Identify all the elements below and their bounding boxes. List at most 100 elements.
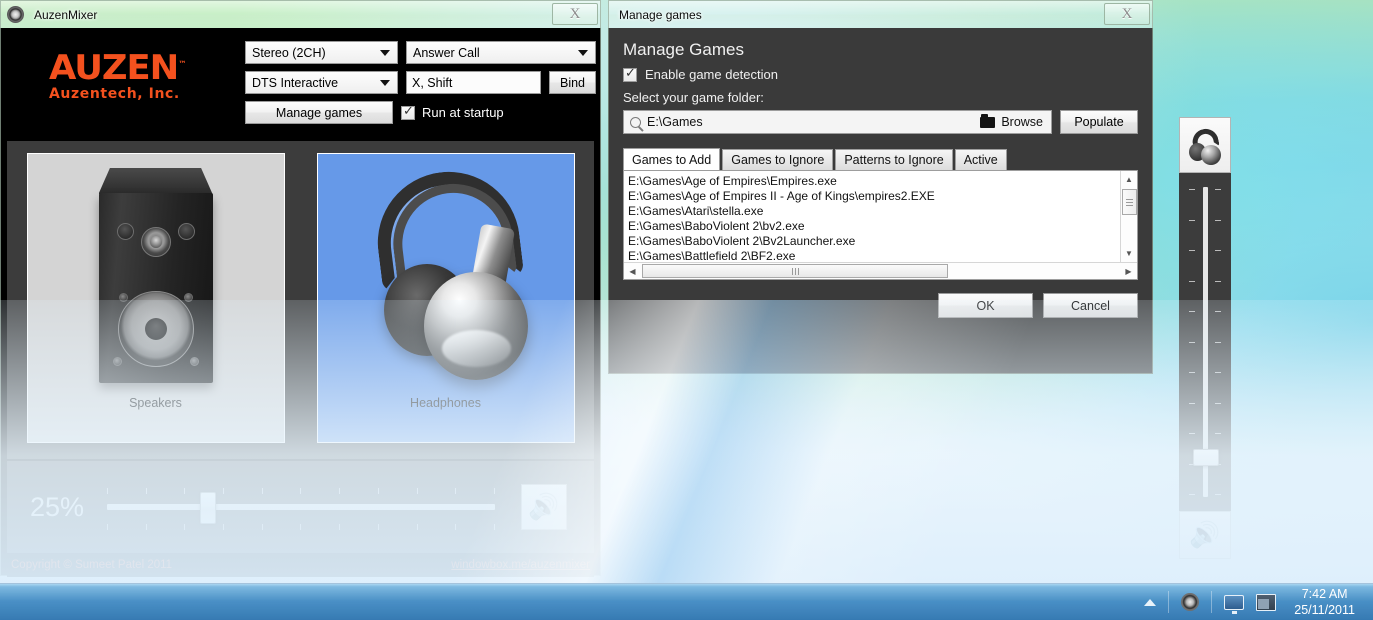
call-action-select[interactable]: Answer Call [406,41,596,64]
list-item[interactable]: E:\Games\Battlefield 2\BF2.exe [628,249,1120,262]
taskbar: 7:42 AM 25/11/2011 [0,583,1373,620]
list-item[interactable]: E:\Games\BaboViolent 2\bv2.exe [628,219,1120,234]
tab-games-to-add[interactable]: Games to Add [623,148,720,170]
populate-button[interactable]: Populate [1060,110,1138,134]
device-tile-speakers[interactable]: Speakers [27,153,285,443]
desktop: AuzenMixer X AUZEN™ Auzentech, Inc. Ster… [0,0,1373,620]
game-folder-value: E:\Games [647,115,974,129]
bind-button[interactable]: Bind [549,71,596,94]
device-tile-headphones[interactable]: Headphones [317,153,575,443]
games-tabs: Games to AddGames to IgnorePatterns to I… [623,148,1138,170]
controls-row-2: DTS Interactive X, Shift Bind [245,71,596,94]
enable-detection-label: Enable game detection [645,67,778,82]
volume-flyout: 🔊 [1179,117,1231,559]
search-icon [630,117,641,128]
auzen-logo-wordmark: AUZEN™ [49,51,224,85]
manage-games-window: Manage games X Manage Games Enable game … [608,0,1153,374]
volume-slider[interactable] [107,477,499,537]
horizontal-scrollbar[interactable]: ◀ ▶ [624,262,1137,279]
tab-patterns-to-ignore[interactable]: Patterns to Ignore [835,149,952,170]
clock-date: 25/11/2011 [1294,602,1355,618]
mixer-footer: Copyright © Sumeet Patel 2011 windowbox.… [7,553,594,577]
close-icon[interactable]: X [552,3,598,25]
device-label-headphones: Headphones [410,396,481,410]
flyout-device-button[interactable] [1179,117,1231,173]
manage-games-titlebar[interactable]: Manage games X [608,0,1153,28]
horizontal-scrollbar-thumb[interactable] [642,264,948,278]
chevron-down-icon [380,50,390,56]
manage-games-body: Manage Games Enable game detection Selec… [608,28,1153,374]
auzenmixer-app-icon [7,6,24,23]
list-item[interactable]: E:\Games\Age of Empires\Empires.exe [628,174,1120,189]
scroll-down-icon[interactable]: ▼ [1121,245,1138,262]
enable-detection-row[interactable]: Enable game detection [623,67,1138,82]
auzenmixer-titlebar[interactable]: AuzenMixer X [0,0,601,28]
cancel-button[interactable]: Cancel [1043,293,1138,318]
tray-divider [1211,591,1212,613]
master-volume-panel: 25% 🔊 [7,461,594,553]
vertical-scrollbar-thumb[interactable] [1122,189,1137,215]
games-list-main: E:\Games\Age of Empires\Empires.exeE:\Ga… [624,171,1137,262]
flyout-volume-slider[interactable] [1179,173,1231,511]
folder-icon [980,117,995,128]
controls-row-3: Manage games Run at startup [245,101,596,124]
run-at-startup-label: Run at startup [422,105,504,120]
auzen-logo-text: AUZEN [49,48,178,88]
slider-track[interactable] [107,504,495,510]
run-at-startup-checkbox[interactable] [401,106,415,120]
scroll-up-icon[interactable]: ▲ [1121,171,1138,188]
action-center-icon[interactable] [1256,594,1276,611]
device-tiles: Speakers Headphones [7,141,594,459]
chevron-down-icon [578,50,588,56]
website-link[interactable]: windowbox.me/auzenmixer [451,559,590,571]
trademark-symbol: ™ [178,60,185,69]
volume-percent-label: 25% [7,492,107,523]
ok-button[interactable]: OK [938,293,1033,318]
device-label-speakers: Speakers [129,396,182,410]
taskbar-clock[interactable]: 7:42 AM 25/11/2011 [1288,586,1363,618]
games-listbox[interactable]: E:\Games\Age of Empires\Empires.exeE:\Ga… [623,170,1138,280]
slider-ticks-top [107,488,495,494]
list-item[interactable]: E:\Games\Atari\stella.exe [628,204,1120,219]
games-list-items[interactable]: E:\Games\Age of Empires\Empires.exeE:\Ga… [624,171,1120,262]
run-at-startup-row[interactable]: Run at startup [401,101,504,124]
hotkey-input[interactable]: X, Shift [406,71,541,94]
chevron-down-icon [380,80,390,86]
network-monitor-icon[interactable] [1224,595,1244,610]
show-hidden-icons-arrow-icon[interactable] [1144,599,1156,606]
tab-games-to-ignore[interactable]: Games to Ignore [722,149,833,170]
enable-detection-checkbox[interactable] [623,68,637,82]
game-folder-input[interactable]: E:\Games Browse [623,110,1052,134]
channel-config-select[interactable]: Stereo (2CH) [245,41,398,64]
list-item[interactable]: E:\Games\Age of Empires II - Age of King… [628,189,1120,204]
scroll-right-icon[interactable]: ▶ [1120,263,1137,279]
tab-active[interactable]: Active [955,149,1007,170]
mixer-top-panel: AUZEN™ Auzentech, Inc. Stereo (2CH) Answ… [7,33,594,141]
call-action-value: Answer Call [413,46,578,60]
volume-speaker-icon[interactable] [1181,593,1199,611]
auzenmixer-window: AuzenMixer X AUZEN™ Auzentech, Inc. Ster… [0,0,601,576]
auzen-logo: AUZEN™ Auzentech, Inc. [49,51,217,102]
clock-time: 7:42 AM [1294,586,1355,602]
copyright-text: Copyright © Sumeet Patel 2011 [11,559,172,571]
encoder-select[interactable]: DTS Interactive [245,71,398,94]
auzenmixer-body: AUZEN™ Auzentech, Inc. Stereo (2CH) Answ… [0,28,601,576]
auzenmixer-title: AuzenMixer [26,8,97,22]
flyout-mute-button[interactable]: 🔊 [1179,511,1231,559]
folder-section-label: Select your game folder: [623,90,1138,105]
flyout-slider-thumb[interactable] [1193,449,1219,466]
auzen-logo-subtitle: Auzentech, Inc. [49,86,217,102]
encoder-value: DTS Interactive [252,76,380,90]
headphones-icon [358,168,534,390]
mixer-controls: Stereo (2CH) Answer Call DTS Interactive [245,41,596,131]
vertical-scrollbar[interactable]: ▲ ▼ [1120,171,1137,262]
list-item[interactable]: E:\Games\BaboViolent 2\Bv2Launcher.exe [628,234,1120,249]
close-icon[interactable]: X [1104,3,1150,25]
browse-button[interactable]: Browse [1001,115,1045,129]
slider-thumb[interactable] [200,492,216,524]
mute-speaker-button[interactable]: 🔊 [521,484,567,530]
scroll-left-icon[interactable]: ◀ [624,263,641,279]
dialog-buttons: OK Cancel [623,293,1138,318]
manage-games-button[interactable]: Manage games [245,101,393,124]
slider-ticks-bottom [107,524,495,530]
